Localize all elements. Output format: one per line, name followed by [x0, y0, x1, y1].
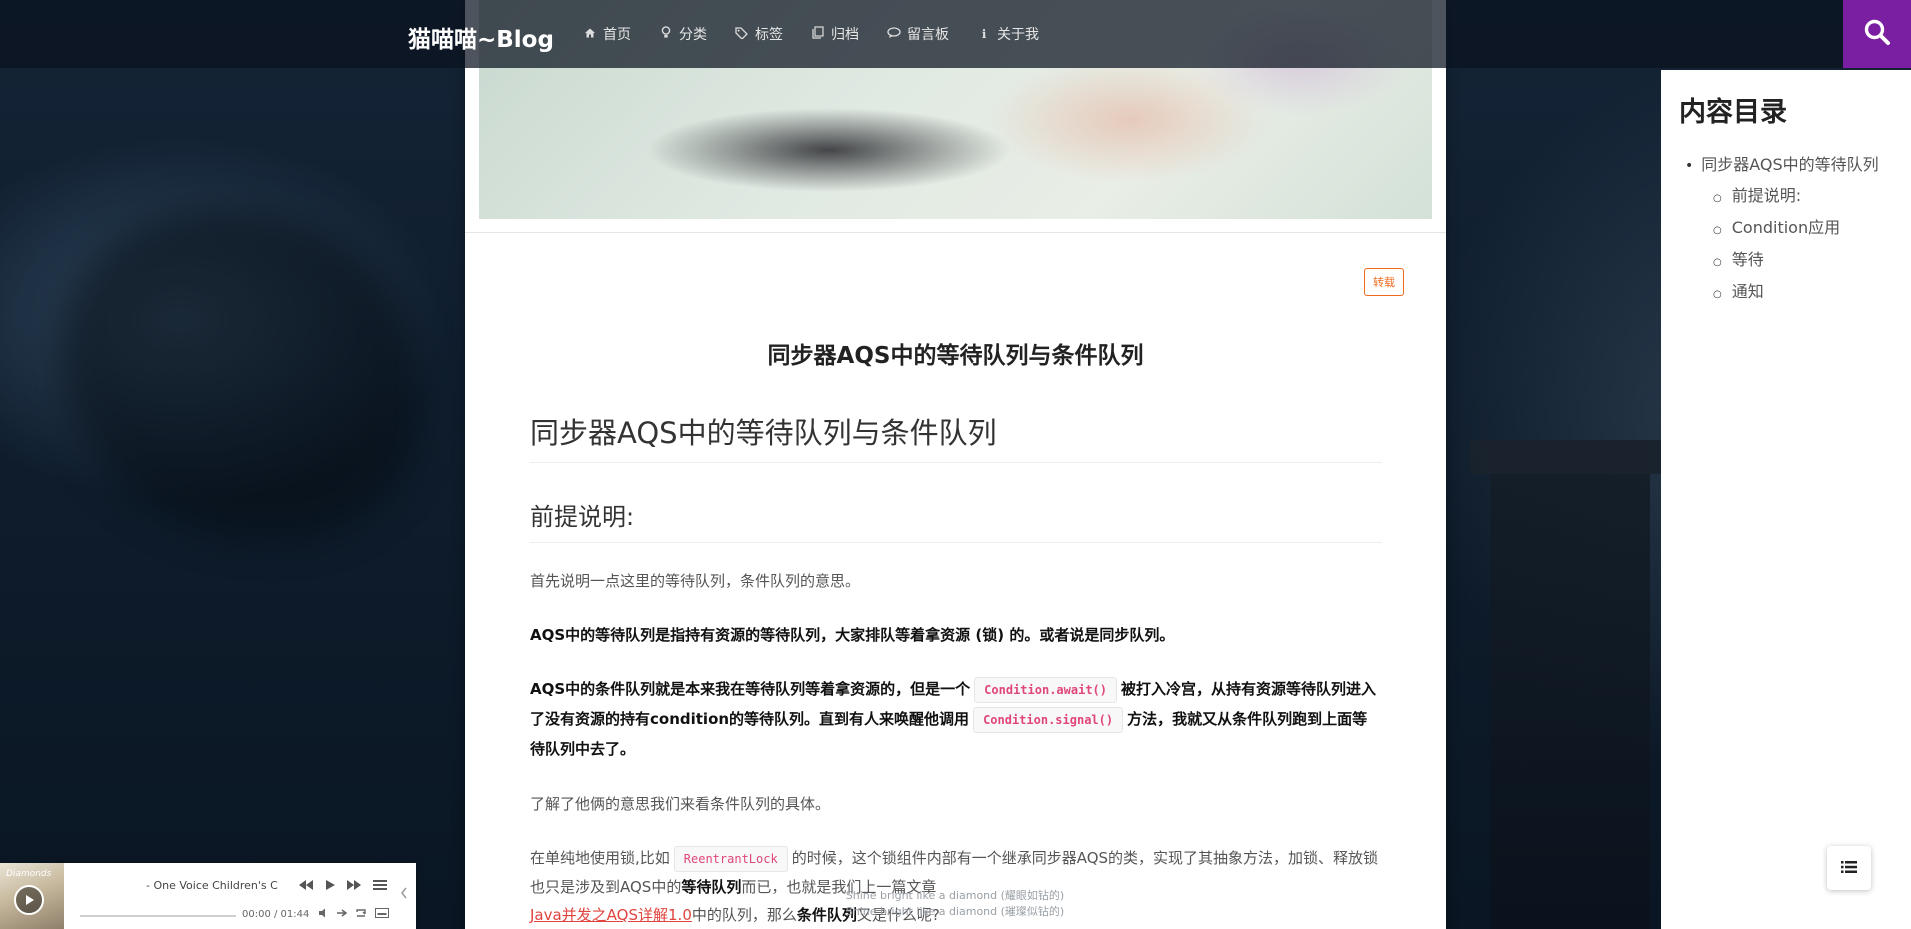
paragraph-text: 了解了他俩的意思我们来看条件队列的具体。 — [530, 795, 831, 813]
nav-label: 首页 — [603, 27, 631, 43]
volume-icon[interactable] — [318, 908, 330, 921]
music-player: Diamonds - One Voice Children's C 00:00 … — [0, 863, 416, 929]
nav-item-home[interactable]: 首页 — [583, 24, 631, 44]
top-navbar: 猫喵喵~Blog 首页 分类 标签 归档 留言板 ℹ 关于我 — [0, 0, 1911, 68]
article-link[interactable]: Java并发之AQS详解1.0 — [530, 906, 692, 924]
heading-2: 前提说明: — [530, 497, 1382, 543]
comments-icon — [887, 26, 901, 42]
play-button[interactable] — [14, 885, 44, 915]
nav-item-tags[interactable]: 标签 — [735, 24, 783, 44]
lightbulb-icon — [659, 26, 673, 42]
inline-code: Condition.signal() — [973, 707, 1124, 733]
nav-item-archive[interactable]: 归档 — [811, 24, 859, 44]
toc-item[interactable]: Condition应用 — [1713, 213, 1879, 245]
nav-label: 关于我 — [997, 27, 1039, 43]
nav-label: 留言板 — [907, 27, 949, 43]
nav-item-category[interactable]: 分类 — [659, 24, 707, 44]
play-icon — [23, 891, 35, 910]
album-cover[interactable]: Diamonds — [0, 863, 64, 929]
toc-list: 同步器AQS中的等待队列 前提说明: Condition应用 等待 通知 — [1685, 150, 1879, 309]
order-icon[interactable] — [336, 908, 348, 921]
site-brand[interactable]: 猫喵喵~Blog — [408, 20, 554, 54]
paragraph-text: 在单纯地使用锁,比如 — [530, 849, 670, 867]
paragraph-text: AQS中的等待队列是指持有资源的等待队列，大家排队等着拿资源 (锁) 的。或者说… — [530, 626, 1175, 644]
post-title: 同步器AQS中的等待队列与条件队列 — [767, 343, 1144, 369]
inline-code: Condition.await() — [974, 677, 1117, 703]
lyric-line: Shine bright like a diamond (璀璨似钻的) — [845, 905, 1065, 918]
time-display: 00:00 / 01:44 — [242, 909, 310, 920]
nav-label: 分类 — [679, 27, 707, 43]
search-icon — [1863, 18, 1891, 50]
paragraph-text: 首先说明一点这里的等待队列，条件队列的意思。 — [530, 572, 861, 590]
playlist-menu-button[interactable] — [373, 879, 387, 895]
article-column: 转载 同步器AQS中的等待队列与条件队列 同步器AQS中的等待队列与条件队列 前… — [465, 0, 1446, 929]
paragraph: 了解了他俩的意思我们来看条件队列的具体。 — [530, 790, 1382, 818]
info-icon: ℹ — [981, 27, 987, 41]
prev-track-button[interactable] — [298, 879, 314, 895]
toc-item[interactable]: 等待 — [1713, 245, 1879, 277]
nav-item-guestbook[interactable]: 留言板 — [887, 24, 949, 44]
paragraph-text: 中的队列，那么 — [691, 906, 797, 924]
toc-title: 内容目录 — [1679, 97, 1787, 128]
song-title: - One Voice Children's C — [146, 879, 278, 892]
toc-item[interactable]: 通知 — [1713, 277, 1879, 309]
list-icon — [1841, 859, 1857, 878]
toc-toggle-button[interactable] — [1827, 846, 1871, 890]
home-icon — [583, 27, 597, 42]
bold-text: 等待队列 — [681, 878, 742, 896]
nav-label: 归档 — [831, 27, 859, 43]
repost-badge: 转载 — [1364, 268, 1404, 296]
background-chair — [1470, 440, 1670, 929]
paragraph: AQS中的条件队列就是本来我在等待队列等着拿资源的，但是一个 Condition.… — [530, 675, 1382, 764]
post-content: 同步器AQS中的等待队列与条件队列 前提说明: 首先说明一点这里的等待队列，条件… — [530, 410, 1382, 929]
toc-item[interactable]: 前提说明: — [1713, 181, 1879, 213]
paragraph-text: AQS中的条件队列就是本来我在等待队列等着拿资源的，但是一个 — [530, 680, 971, 698]
paragraph: AQS中的等待队列是指持有资源的等待队列，大家排队等着拿资源 (锁) 的。或者说… — [530, 621, 1382, 649]
lyrics-toggle-icon[interactable] — [375, 908, 389, 921]
main-nav: 首页 分类 标签 归档 留言板 ℹ 关于我 — [583, 24, 1067, 44]
toc-item-root[interactable]: 同步器AQS中的等待队列 — [1685, 150, 1878, 181]
divider — [465, 232, 1446, 233]
lyrics-overlay: Shine bright like a diamond (耀眼如钻的) Shin… — [800, 888, 1110, 920]
inline-code: ReentrantLock — [673, 846, 788, 872]
nav-item-about[interactable]: ℹ 关于我 — [977, 24, 1039, 44]
play-pause-button[interactable] — [324, 879, 336, 895]
toc-sidebar: 内容目录 同步器AQS中的等待队列 前提说明: Condition应用 等待 通… — [1661, 70, 1911, 929]
tags-icon — [735, 26, 749, 42]
album-cover-text: Diamonds — [6, 869, 52, 879]
search-button[interactable] — [1843, 0, 1911, 68]
loop-icon[interactable] — [355, 908, 367, 921]
next-track-button[interactable] — [346, 879, 362, 895]
archive-icon — [811, 26, 825, 42]
background-shadow — [60, 210, 420, 540]
heading-1: 同步器AQS中的等待队列与条件队列 — [530, 410, 1382, 463]
progress-bar[interactable] — [80, 915, 236, 917]
collapse-player-icon[interactable] — [400, 887, 408, 903]
paragraph: 首先说明一点这里的等待队列，条件队列的意思。 — [530, 567, 1382, 595]
lyric-line: Shine bright like a diamond (耀眼如钻的) — [845, 889, 1065, 902]
nav-label: 标签 — [755, 27, 783, 43]
